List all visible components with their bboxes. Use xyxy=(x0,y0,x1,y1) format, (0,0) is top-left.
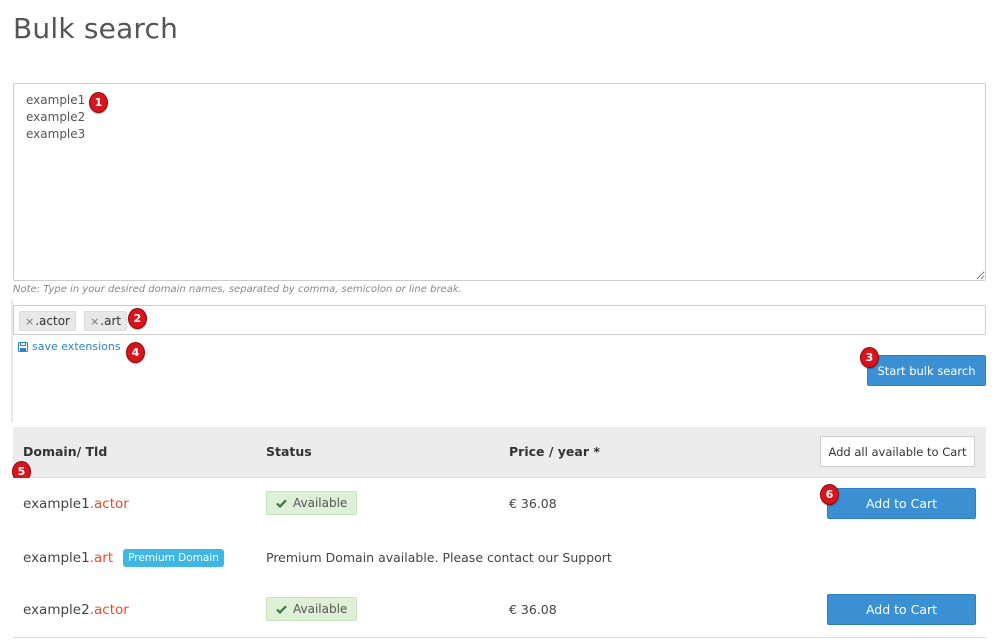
add-all-to-cart-button[interactable]: Add all available to Cart xyxy=(820,436,975,467)
status-label: Available xyxy=(293,602,348,616)
remove-extension-icon[interactable]: × xyxy=(90,315,99,328)
table-row: example2 .actor Available € 36.08 Add to … xyxy=(13,584,986,638)
add-to-cart-button[interactable]: Add to Cart xyxy=(827,488,976,519)
remove-extension-icon[interactable]: × xyxy=(25,315,34,328)
column-header-price: Price / year * xyxy=(509,444,600,459)
save-extensions-link[interactable]: save extensions xyxy=(18,340,121,353)
status-badge: Available xyxy=(266,491,358,515)
check-icon xyxy=(276,604,287,614)
domain-name: example1 .actor xyxy=(23,496,129,512)
domain-tld: .art xyxy=(89,550,114,566)
add-to-cart-button[interactable]: Add to Cart xyxy=(827,594,976,625)
check-icon xyxy=(276,498,287,508)
status-text: Premium Domain available. Please contact… xyxy=(266,550,612,565)
status-label: Available xyxy=(293,496,348,510)
callout-3: 3 xyxy=(860,347,879,368)
table-row: example1 .actor Available € 36.08 Add to … xyxy=(13,478,986,532)
floppy-disk-icon xyxy=(18,341,28,352)
results-header: Domain/ Tld Status Price / year * Add al… xyxy=(13,427,986,478)
domain-name: example1 .art Premium Domain xyxy=(23,549,224,567)
callout-6: 6 xyxy=(820,484,839,505)
domain-tld: .actor xyxy=(89,496,129,512)
callout-4: 4 xyxy=(126,342,145,363)
column-header-status: Status xyxy=(266,444,312,459)
column-header-domain: Domain/ Tld xyxy=(23,444,108,459)
callout-2: 2 xyxy=(128,308,147,329)
extension-tag-actor: ×.actor xyxy=(19,311,76,331)
domains-input[interactable]: example1 example2 example3 xyxy=(13,83,986,281)
domain-label: example1 xyxy=(23,496,90,512)
table-row: example1 .art Premium Domain Premium Doma… xyxy=(13,531,986,585)
status-badge: Available xyxy=(266,597,358,621)
extension-tag-label: .art xyxy=(100,314,122,328)
extension-tag-art: ×.art xyxy=(84,311,128,331)
page-title: Bulk search xyxy=(13,12,179,45)
save-extensions-label: save extensions xyxy=(32,340,121,353)
start-bulk-search-button[interactable]: Start bulk search xyxy=(867,355,986,386)
domain-tld: .actor xyxy=(89,602,129,618)
extension-tag-label: .actor xyxy=(35,314,70,328)
price: € 36.08 xyxy=(509,602,557,617)
price: € 36.08 xyxy=(509,496,557,511)
domain-label: example1 xyxy=(23,550,90,566)
domain-name: example2 .actor xyxy=(23,602,129,618)
domain-label: example2 xyxy=(23,602,90,618)
callout-1: 1 xyxy=(89,92,108,113)
premium-domain-badge: Premium Domain xyxy=(123,549,224,567)
input-note: Note: Type in your desired domain names,… xyxy=(13,284,462,295)
extensions-input[interactable]: ×.actor ×.art xyxy=(13,305,986,335)
